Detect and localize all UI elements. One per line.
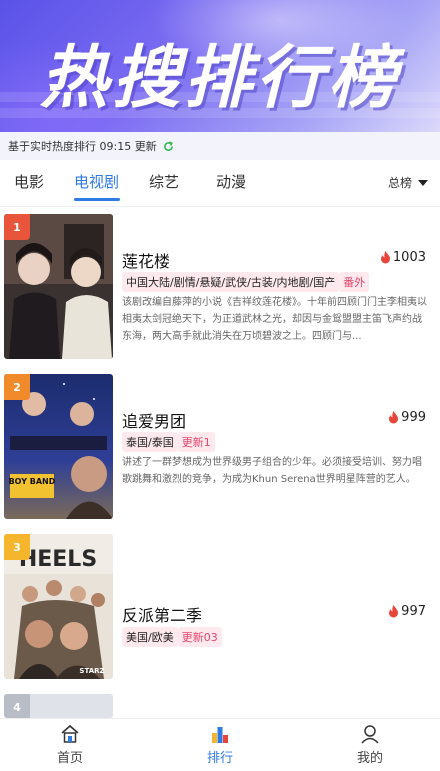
update-text: 基于实时热度排行 09:15 更新 xyxy=(8,140,157,153)
banner: 热搜排行榜 xyxy=(0,0,440,132)
poster-brand: STARZ xyxy=(79,667,104,675)
item-title[interactable]: 莲花楼 xyxy=(122,248,170,272)
ranking-item[interactable]: HEELS STARZ 3 反派第二季 997 美国/欧美 更新03 xyxy=(0,534,440,684)
update-status-bar: 基于实时热度排行 09:15 更新 xyxy=(0,132,440,160)
sort-dropdown[interactable]: 总榜 xyxy=(388,174,428,191)
genre-tag: 泰国/泰国 xyxy=(122,432,178,452)
fire-icon xyxy=(380,251,390,264)
fire-icon xyxy=(389,411,399,424)
heat-value: 1003 xyxy=(392,250,426,265)
ranking-item[interactable]: BOY BAND 2 追爱男团 999 泰国/泰国 更新1 讲述了一群梦想成为世界… xyxy=(0,374,440,524)
ranking-item[interactable]: 4 xyxy=(0,694,440,718)
nav-home[interactable]: 首页 xyxy=(30,723,110,766)
update-tag: 更新1 xyxy=(177,432,215,452)
poster-text: HEELS xyxy=(19,547,97,572)
heat-value: 997 xyxy=(401,604,426,619)
poster-image: 4 xyxy=(4,694,113,718)
fire-icon xyxy=(389,605,399,618)
item-tags: 中国大陆/剧情/悬疑/武侠/古装/内地剧/国产 番外 xyxy=(122,272,370,292)
ranking-item[interactable]: 1 莲花楼 1003 中国大陆/剧情/悬疑/武侠/古装/内地剧/国产 番外 该剧改… xyxy=(0,214,440,364)
nav-ranking[interactable]: 排行 xyxy=(180,723,260,766)
heat-score: 999 xyxy=(388,410,426,425)
heat-value: 999 xyxy=(401,410,426,425)
rank-badge: 2 xyxy=(4,374,30,400)
tab-movies[interactable]: 电影 xyxy=(14,171,44,192)
tab-tv-series[interactable]: 电视剧 xyxy=(74,171,119,192)
heat-score: 1003 xyxy=(380,250,426,265)
item-tags: 泰国/泰国 更新1 xyxy=(122,432,215,452)
item-title[interactable]: 反派第二季 xyxy=(122,602,202,626)
ranking-icon xyxy=(212,727,228,743)
active-tab-indicator xyxy=(74,198,120,201)
item-description: 该剧改编自藤萍的小说《吉祥纹莲花楼》。十年前四顾门门主李相夷以相夷太剑冠绝天下，… xyxy=(122,297,427,342)
banner-title: 热搜排行榜 xyxy=(39,39,400,118)
refresh-icon[interactable] xyxy=(163,140,174,152)
item-description: 讲述了一群梦想成为世界级男子组合的少年。必须接受培训、努力唱歌跳舞和激烈的竞争，… xyxy=(122,457,422,485)
update-tag: 番外 xyxy=(339,272,370,292)
profile-icon xyxy=(361,725,379,744)
tab-variety[interactable]: 综艺 xyxy=(149,171,179,192)
poster-image: HEELS STARZ 3 xyxy=(4,534,113,679)
nav-profile[interactable]: 我的 xyxy=(330,723,410,766)
update-tag: 更新03 xyxy=(177,627,222,647)
sort-label: 总榜 xyxy=(387,176,412,190)
item-title[interactable]: 追爱男团 xyxy=(122,408,186,432)
rank-badge: 4 xyxy=(4,694,30,718)
genre-tag: 美国/欧美 xyxy=(122,627,178,647)
nav-profile-label: 我的 xyxy=(356,751,383,766)
tab-anime[interactable]: 动漫 xyxy=(216,171,246,192)
bottom-navigation: 首页 排行 我的 xyxy=(0,718,440,771)
heat-score: 997 xyxy=(388,604,426,619)
category-tabs: 电影 电视剧 综艺 动漫 总榜 xyxy=(0,160,440,207)
nav-ranking-label: 排行 xyxy=(206,751,233,766)
rank-badge: 1 xyxy=(4,214,30,240)
home-icon xyxy=(61,724,79,743)
poster-image: BOY BAND 2 xyxy=(4,374,113,519)
caret-down-icon xyxy=(418,179,428,186)
genre-tag: 中国大陆/剧情/悬疑/武侠/古装/内地剧/国产 xyxy=(122,272,340,292)
poster-text: BOY BAND xyxy=(9,477,56,486)
rank-badge: 3 xyxy=(4,534,30,560)
item-tags: 美国/欧美 更新03 xyxy=(122,627,222,647)
nav-home-label: 首页 xyxy=(56,751,83,766)
poster-image: 1 xyxy=(4,214,113,359)
